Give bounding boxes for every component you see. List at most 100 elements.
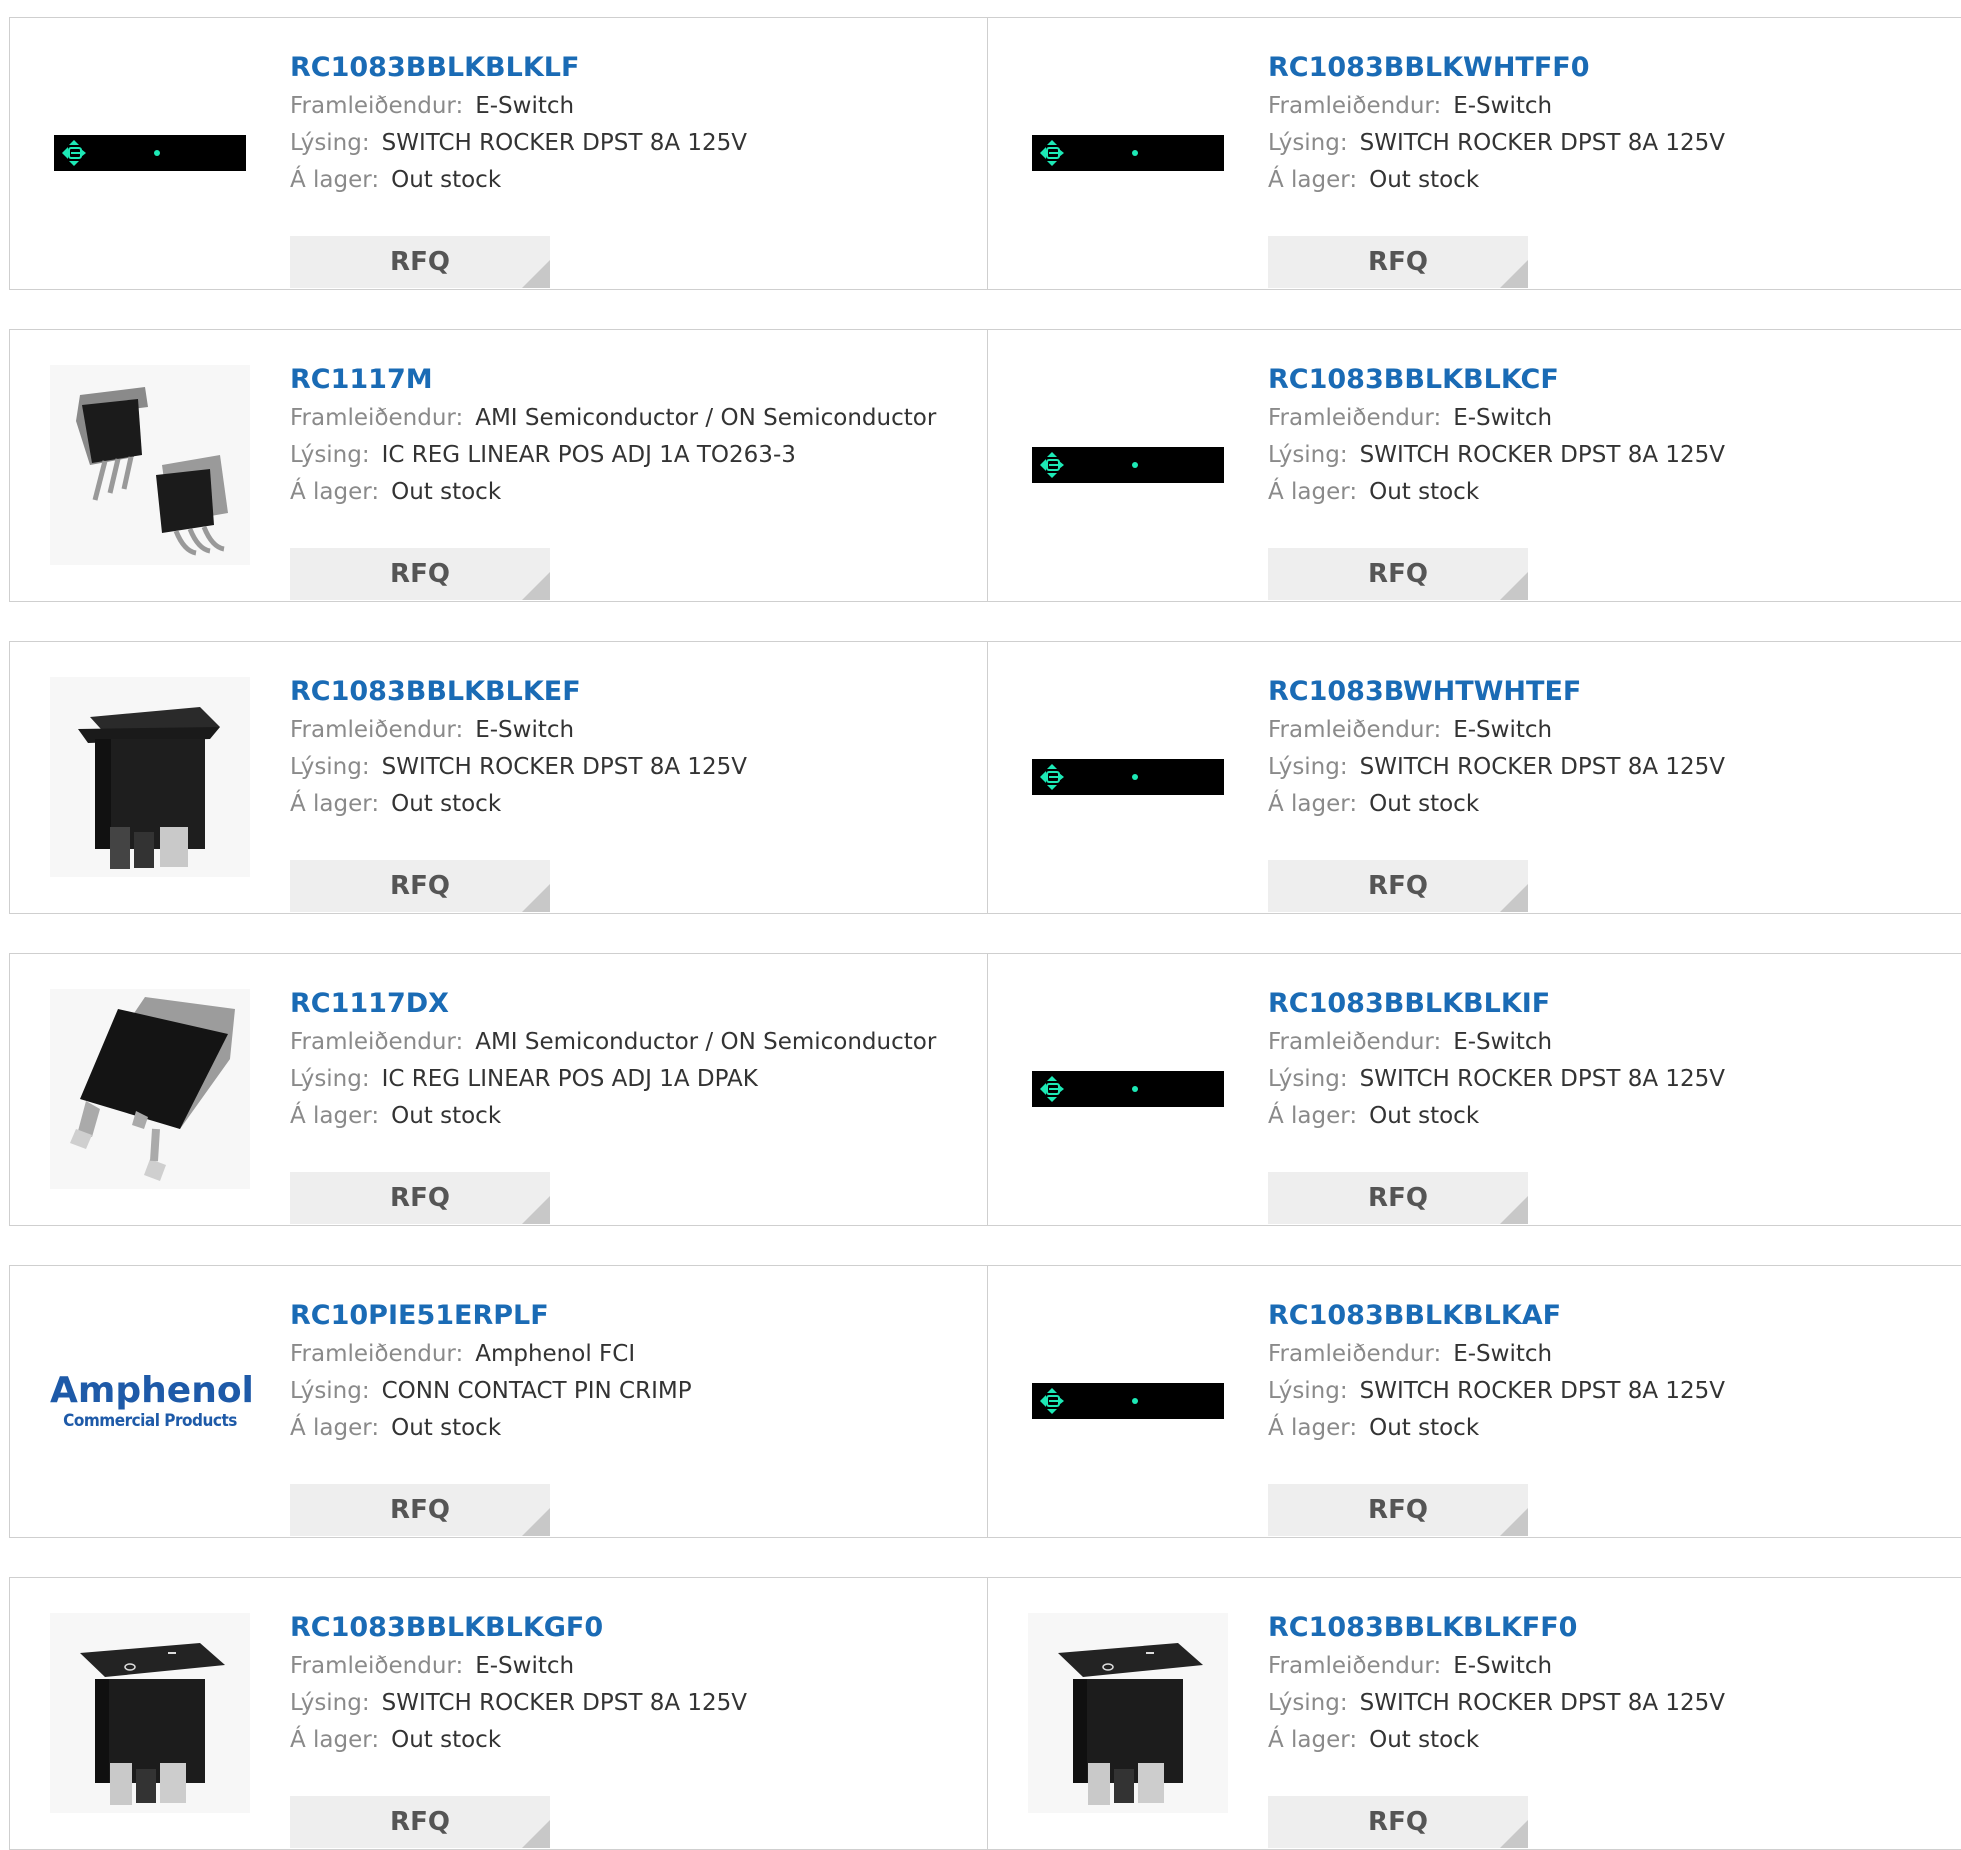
manufacturer-value: E-Switch xyxy=(1453,93,1553,119)
product-thumbnail[interactable] xyxy=(1028,677,1228,877)
eswitch-thumbnail xyxy=(1032,1071,1224,1107)
product-row: RC1117M Framleiðendur: AMI Semiconductor /… xyxy=(9,329,1961,602)
rfq-button[interactable]: RFQ xyxy=(1268,1796,1528,1848)
double-arrow-icon xyxy=(1040,140,1064,166)
manufacturer-value: E-Switch xyxy=(475,93,575,119)
part-number-link[interactable]: RC1117DX xyxy=(290,984,936,1024)
description-line: Lýsing: SWITCH ROCKER DPST 8A 125V xyxy=(1268,1373,1725,1410)
manufacturer-label: Framleiðendur: xyxy=(290,93,464,119)
part-number-link[interactable]: RC1083BBLKBLKFF0 xyxy=(1268,1608,1725,1648)
rfq-button[interactable]: RFQ xyxy=(290,548,550,600)
stock-value: Out stock xyxy=(1369,791,1480,817)
stock-value: Out stock xyxy=(391,1103,502,1129)
product-info: RC1083BBLKBLKLF Framleiðendur: E-Switch Lýs… xyxy=(290,48,747,288)
part-number-link[interactable]: RC1117M xyxy=(290,360,936,400)
stock-value: Out stock xyxy=(391,1415,502,1441)
rfq-button[interactable]: RFQ xyxy=(1268,1172,1528,1224)
product-info: RC1083BBLKBLKGF0 Framleiðendur: E-Switch Lý… xyxy=(290,1608,747,1848)
stock-line: Á lager: Out stock xyxy=(1268,474,1725,511)
dpak-package-image xyxy=(50,989,250,1189)
product-thumbnail[interactable] xyxy=(50,53,250,253)
description-value: SWITCH ROCKER DPST 8A 125V xyxy=(381,1690,748,1716)
rfq-button[interactable]: RFQ xyxy=(290,1484,550,1536)
rfq-button[interactable]: RFQ xyxy=(1268,860,1528,912)
description-label: Lýsing: xyxy=(290,1066,370,1092)
product-thumbnail[interactable] xyxy=(1028,1301,1228,1501)
part-number-link[interactable]: RC10PIE51ERPLF xyxy=(290,1296,692,1336)
product-thumbnail[interactable] xyxy=(1028,365,1228,565)
rfq-button[interactable]: RFQ xyxy=(290,1796,550,1848)
description-label: Lýsing: xyxy=(290,130,370,156)
rfq-label: RFQ xyxy=(1368,1807,1428,1837)
product-card: RC1083BBLKBLKLF Framleiðendur: E-Switch Lýs… xyxy=(10,18,988,289)
stock-label: Á lager: xyxy=(290,479,380,505)
stock-line: Á lager: Out stock xyxy=(1268,1098,1725,1135)
stock-line: Á lager: Out stock xyxy=(1268,786,1725,823)
part-number-link[interactable]: RC1083BBLKWHTFF0 xyxy=(1268,48,1725,88)
description-line: Lýsing: IC REG LINEAR POS ADJ 1A DPAK xyxy=(290,1061,936,1098)
rfq-button[interactable]: RFQ xyxy=(1268,1484,1528,1536)
double-arrow-icon xyxy=(1040,452,1064,478)
double-arrow-icon xyxy=(1040,1388,1064,1414)
part-number-link[interactable]: RC1083BBLKBLKEF xyxy=(290,672,747,712)
stock-line: Á lager: Out stock xyxy=(290,786,747,823)
product-thumbnail[interactable] xyxy=(50,989,250,1189)
rfq-button[interactable]: RFQ xyxy=(290,236,550,288)
description-label: Lýsing: xyxy=(1268,754,1348,780)
product-info: RC1083BBLKBLKEF Framleiðendur: E-Switch Lýs… xyxy=(290,672,748,912)
product-card: RC1083BBLKBLKFF0 Framleiðendur: E-Switch Lý… xyxy=(988,1578,1961,1849)
manufacturer-line: Framleiðendur: E-Switch xyxy=(290,712,747,749)
product-thumbnail[interactable] xyxy=(50,365,250,565)
rfq-button[interactable]: RFQ xyxy=(290,860,550,912)
rfq-label: RFQ xyxy=(1368,1495,1428,1525)
rfq-label: RFQ xyxy=(390,1183,450,1213)
manufacturer-value: E-Switch xyxy=(1453,1341,1553,1367)
description-line: Lýsing: IC REG LINEAR POS ADJ 1A TO263-3 xyxy=(290,437,936,474)
product-thumbnail[interactable] xyxy=(50,1613,250,1813)
stock-label: Á lager: xyxy=(290,1727,380,1753)
stock-value: Out stock xyxy=(391,1727,502,1753)
description-label: Lýsing: xyxy=(1268,1690,1348,1716)
manufacturer-value: E-Switch xyxy=(1453,405,1553,431)
description-line: Lýsing: SWITCH ROCKER DPST 8A 125V xyxy=(290,1685,747,1722)
part-number-link[interactable]: RC1083BBLKBLKLF xyxy=(290,48,747,88)
product-thumbnail[interactable] xyxy=(1028,1613,1228,1813)
description-value: SWITCH ROCKER DPST 8A 125V xyxy=(1359,442,1726,468)
stock-label: Á lager: xyxy=(1268,1415,1358,1441)
rfq-button[interactable]: RFQ xyxy=(1268,236,1528,288)
product-row: RC1083BBLKBLKGF0 Framleiðendur: E-Switch Lý… xyxy=(9,1577,1961,1850)
product-card: RC1083BBLKBLKCF Framleiðendur: E-Switch Lýs… xyxy=(988,330,1961,601)
stock-value: Out stock xyxy=(391,479,502,505)
part-number-link[interactable]: RC1083BBLKBLKCF xyxy=(1268,360,1725,400)
part-number-link[interactable]: RC1083BBLKBLKIF xyxy=(1268,984,1725,1024)
manufacturer-line: Framleiðendur: E-Switch xyxy=(1268,712,1725,749)
manufacturer-value: E-Switch xyxy=(475,717,575,743)
rfq-button[interactable]: RFQ xyxy=(1268,548,1528,600)
manufacturer-value: Amphenol FCI xyxy=(475,1341,636,1367)
manufacturer-label: Framleiðendur: xyxy=(1268,1341,1442,1367)
stock-line: Á lager: Out stock xyxy=(1268,1722,1725,1759)
description-value: SWITCH ROCKER DPST 8A 125V xyxy=(381,754,748,780)
description-value: SWITCH ROCKER DPST 8A 125V xyxy=(1359,1066,1726,1092)
rfq-button[interactable]: RFQ xyxy=(290,1172,550,1224)
stock-value: Out stock xyxy=(391,167,502,193)
corner-triangle-icon xyxy=(1500,1196,1528,1224)
product-thumbnail[interactable] xyxy=(1028,989,1228,1189)
product-thumbnail[interactable]: Amphenol Commercial Products xyxy=(50,1301,254,1501)
corner-triangle-icon xyxy=(1500,884,1528,912)
description-label: Lýsing: xyxy=(1268,442,1348,468)
part-number-link[interactable]: RC1083BBLKBLKAF xyxy=(1268,1296,1725,1336)
product-row: Amphenol Commercial Products RC10PIE51ER… xyxy=(9,1265,1961,1538)
description-line: Lýsing: CONN CONTACT PIN CRIMP xyxy=(290,1373,692,1410)
manufacturer-value: AMI Semiconductor / ON Semiconductor xyxy=(475,405,937,431)
manufacturer-label: Framleiðendur: xyxy=(290,405,464,431)
manufacturer-line: Framleiðendur: E-Switch xyxy=(1268,1648,1725,1685)
manufacturer-line: Framleiðendur: Amphenol FCI xyxy=(290,1336,692,1373)
product-card: RC1083BBLKBLKAF Framleiðendur: E-Switch Lýs… xyxy=(988,1266,1961,1537)
part-number-link[interactable]: RC1083BBLKBLKGF0 xyxy=(290,1608,747,1648)
product-thumbnail[interactable] xyxy=(50,677,250,877)
corner-triangle-icon xyxy=(522,1196,550,1224)
product-thumbnail[interactable] xyxy=(1028,53,1228,253)
stock-line: Á lager: Out stock xyxy=(290,1722,747,1759)
part-number-link[interactable]: RC1083BWHTWHTEF xyxy=(1268,672,1725,712)
